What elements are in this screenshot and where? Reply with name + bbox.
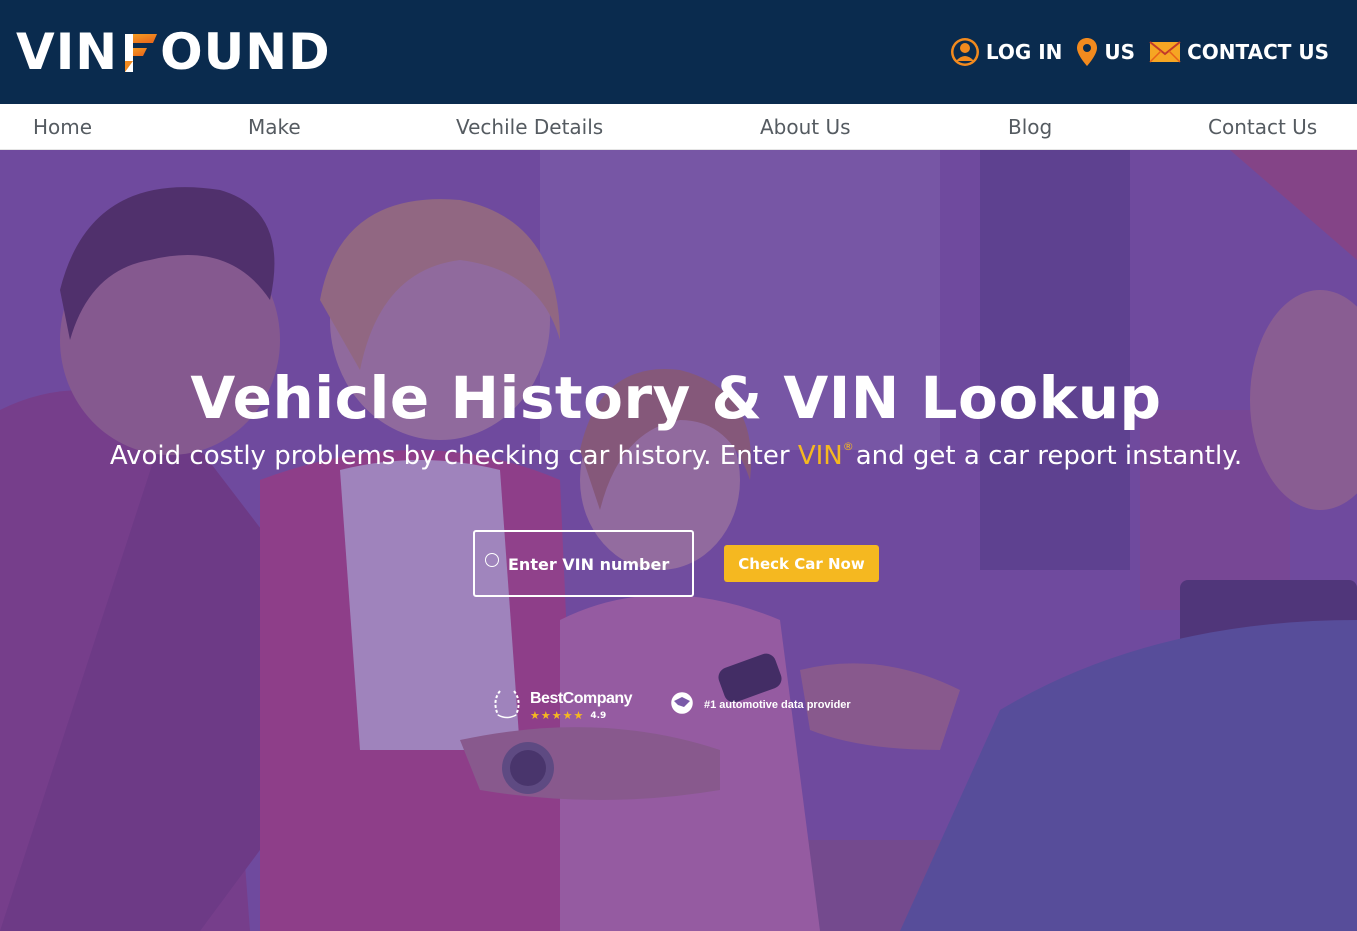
mail-icon — [1149, 41, 1181, 63]
vin-search-box[interactable] — [473, 530, 694, 597]
hero-subtitle-after: and get a car report instantly. — [855, 441, 1243, 471]
check-car-now-button[interactable]: Check Car Now — [724, 545, 879, 582]
vin-input[interactable] — [508, 550, 688, 578]
best-company-text: BestCompany ★★★★★ 4.9 — [530, 690, 633, 722]
login-label: LOG IN — [985, 40, 1063, 64]
best-company-badge: BestCompany ★★★★★ 4.9 — [490, 684, 633, 728]
logo-text-ound: OUND — [160, 23, 331, 81]
registered-mark: ® — [842, 440, 854, 453]
logo-text-vin: VIN — [16, 23, 119, 81]
hero-subtitle: Avoid costly problems by checking car hi… — [0, 440, 1352, 471]
location-pin-icon — [1076, 37, 1098, 67]
best-company-name: BestCompany — [530, 690, 633, 707]
hero-subtitle-vin: VIN — [797, 441, 843, 471]
header-actions: LOG IN US CONTACT US — [950, 32, 1329, 72]
brand-logo[interactable]: VIN OUND — [16, 23, 331, 81]
rating-stars: ★★★★★ — [530, 709, 585, 722]
globe-icon — [670, 691, 694, 719]
hero-subtitle-before: Avoid costly problems by checking car hi… — [109, 441, 798, 471]
nav-item-vehicle-details[interactable]: Vechile Details — [456, 115, 603, 139]
country-label: US — [1104, 40, 1136, 64]
data-provider-text: #1 automotive data provider — [704, 699, 851, 711]
user-icon — [950, 37, 980, 67]
main-nav: Home Make Vechile Details About Us Blog … — [0, 104, 1357, 150]
country-selector[interactable]: US — [1076, 37, 1135, 67]
contact-us-link[interactable]: CONTACT US — [1149, 40, 1329, 64]
top-header: VIN OUND LOG IN US CONTACT US — [0, 0, 1357, 104]
nav-item-home[interactable]: Home — [33, 115, 92, 139]
contact-us-label: CONTACT US — [1187, 40, 1329, 64]
logo-f-mark-icon — [119, 31, 159, 73]
laurel-wreath-icon — [490, 687, 524, 725]
nav-item-about-us[interactable]: About Us — [760, 115, 851, 139]
nav-item-contact-us[interactable]: Contact Us — [1208, 115, 1317, 139]
data-provider-badge: #1 automotive data provider — [670, 691, 851, 719]
rating-score: 4.9 — [590, 710, 607, 721]
nav-item-blog[interactable]: Blog — [1008, 115, 1052, 139]
login-link[interactable]: LOG IN — [950, 37, 1063, 67]
radio-circle-icon — [485, 553, 499, 567]
nav-item-make[interactable]: Make — [248, 115, 301, 139]
hero-section: Vehicle History & VIN Lookup Avoid costl… — [0, 150, 1357, 931]
best-company-rating: ★★★★★ 4.9 — [530, 709, 632, 722]
hero-title: Vehicle History & VIN Lookup — [190, 364, 1162, 432]
